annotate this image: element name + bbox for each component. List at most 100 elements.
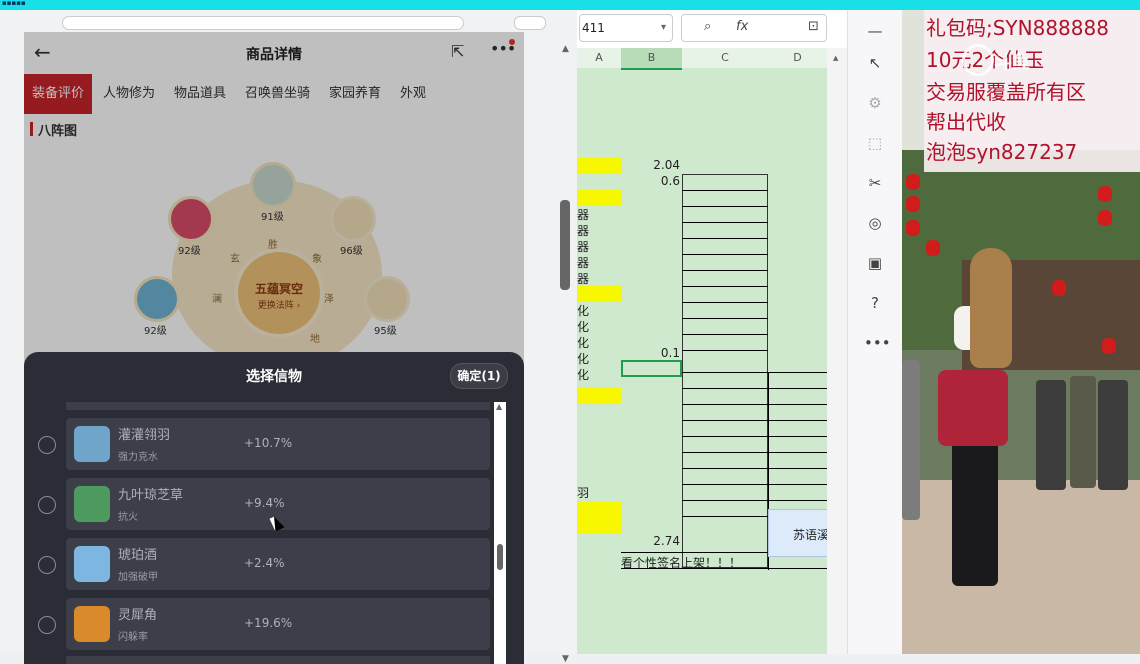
- help-icon[interactable]: ?: [864, 292, 886, 314]
- streamer-figure: [938, 370, 1008, 446]
- background-person: [902, 360, 920, 520]
- lantern-icon: [1098, 210, 1112, 226]
- highlighted-cell[interactable]: [577, 518, 621, 534]
- list-item-partial: [66, 656, 490, 664]
- grid-line: [682, 372, 827, 373]
- cell-text: 器: [577, 256, 590, 270]
- fx-label[interactable]: fx: [736, 19, 748, 34]
- grid-line: [682, 452, 827, 453]
- selected-cell[interactable]: [621, 360, 682, 377]
- highlighted-cell[interactable]: [577, 286, 621, 302]
- formula-toolbar: 411 ▾ ⌕ fx ⊡: [577, 10, 847, 48]
- cell-text: 化: [577, 352, 590, 366]
- note-cell[interactable]: 看个性签名上架！！！: [621, 554, 768, 570]
- scroll-up-icon[interactable]: ▲: [496, 402, 502, 411]
- promo-line: 交易服覆盖所有区: [926, 80, 1086, 104]
- confirm-button[interactable]: 确定(1): [450, 363, 508, 389]
- cell-value[interactable]: 0.6: [621, 174, 680, 188]
- streamer-figure: [970, 248, 1012, 368]
- column-header-d[interactable]: D: [768, 48, 827, 68]
- lantern-icon: [1098, 186, 1112, 202]
- list-item-partial: [66, 402, 490, 410]
- column-header-b[interactable]: B: [621, 48, 683, 68]
- promo-line: 泡泡syn827237: [926, 140, 1078, 164]
- item-value: +2.4%: [244, 556, 285, 570]
- bordered-range[interactable]: [682, 174, 768, 568]
- grid-line: [682, 270, 768, 271]
- modal-scrollbar[interactable]: [494, 402, 506, 664]
- select-radio[interactable]: [38, 436, 56, 454]
- lantern-icon: [906, 220, 920, 236]
- grid-line: [682, 420, 827, 421]
- feather-icon: [74, 426, 110, 462]
- cell-reference-box[interactable]: 411 ▾: [579, 14, 673, 42]
- browser-button[interactable]: [514, 16, 546, 30]
- background-ground: [902, 480, 1140, 654]
- cell-value[interactable]: 2.04: [621, 158, 680, 172]
- select-radio[interactable]: [38, 556, 56, 574]
- select-arrow-icon[interactable]: ↖: [864, 52, 886, 74]
- formula-expand-icon[interactable]: ⊡: [808, 19, 819, 34]
- chevron-down-icon[interactable]: ▾: [661, 15, 666, 41]
- highlighted-cell[interactable]: [577, 158, 621, 174]
- scroll-up-icon[interactable]: ▲: [833, 54, 838, 62]
- live-stream-video: 礼包码;SYN888888 10元2个仙玉 交易服覆盖所有区 帮出代收 泡泡sy…: [902, 10, 1140, 654]
- column-header-a[interactable]: A: [577, 48, 622, 68]
- grid-line: [682, 238, 768, 239]
- minimize-icon[interactable]: —: [864, 20, 886, 42]
- list-item[interactable]: 琥珀酒 加强破甲 +2.4%: [66, 538, 490, 590]
- list-item[interactable]: 灵犀角 闪躲率 +19.6%: [66, 598, 490, 650]
- select-radio[interactable]: [38, 616, 56, 634]
- adjust-icon[interactable]: ⚙: [864, 92, 886, 114]
- scroll-up-icon[interactable]: ▲: [562, 44, 569, 54]
- cell-text: 化: [577, 368, 590, 382]
- watermark: 斗鱼: [994, 52, 1030, 73]
- sheet-scrollbar[interactable]: ▲: [827, 48, 847, 654]
- item-value: +19.6%: [244, 616, 293, 630]
- item-effect: 抗火: [118, 512, 138, 523]
- zoom-icon[interactable]: ⌕: [704, 19, 711, 34]
- grid-line: [682, 334, 768, 335]
- promo-line: 礼包码;SYN888888: [926, 16, 1109, 40]
- cell-text: 器: [577, 208, 590, 222]
- more-icon[interactable]: •••: [864, 332, 891, 354]
- item-name: 九叶琼芝草: [118, 488, 184, 503]
- grid-line: [682, 318, 768, 319]
- lantern-icon: [1102, 338, 1116, 354]
- item-name: 琥珀酒: [118, 548, 158, 563]
- cell-text: 器: [577, 272, 590, 286]
- lantern-icon: [1052, 280, 1066, 296]
- scroll-down-icon[interactable]: ▼: [562, 654, 569, 664]
- grid-line: [682, 286, 768, 287]
- browser-url-bar[interactable]: [62, 16, 464, 30]
- grid-line: [682, 468, 827, 469]
- tools-icon[interactable]: ✂: [864, 172, 886, 194]
- grid-line: [682, 254, 768, 255]
- formula-bar[interactable]: ⌕ fx ⊡: [681, 14, 827, 42]
- modal-title: 选择信物: [246, 369, 302, 385]
- page-scroll-thumb[interactable]: [560, 200, 570, 290]
- item-name: 灵犀角: [118, 608, 158, 623]
- book-icon[interactable]: ▣: [864, 252, 886, 274]
- cell-value[interactable]: 0.1: [621, 346, 680, 360]
- highlighted-cell[interactable]: [577, 190, 621, 206]
- list-item[interactable]: 灌灌翎羽 强力克水 +10.7%: [66, 418, 490, 470]
- sticker-icon[interactable]: ◎: [864, 212, 886, 234]
- cell-text: 苏语溪: [793, 528, 827, 542]
- phone-mirror-area: ← 商品详情 ⇱ ••• 装备评价 人物修为 物品道具 召唤兽坐骑 家园养育 外…: [0, 10, 578, 664]
- item-value: +10.7%: [244, 436, 293, 450]
- cell-text: 器: [577, 224, 590, 238]
- sheet-grid[interactable]: A B C D 器 器 器 器 器 化 化 化 化 化 羽 2.04 0.6 0…: [577, 48, 827, 654]
- cell-value[interactable]: 2.74: [621, 534, 680, 548]
- highlighted-cell[interactable]: [577, 502, 621, 518]
- highlighted-cell-blue[interactable]: 苏语溪: [768, 509, 827, 557]
- highlighted-cell[interactable]: [577, 388, 621, 404]
- crop-icon[interactable]: ⬚: [864, 132, 886, 154]
- select-radio[interactable]: [38, 496, 56, 514]
- item-effect: 加强破甲: [118, 572, 158, 583]
- item-effect: 强力克水: [118, 452, 158, 463]
- background-person: [1098, 380, 1128, 490]
- modal-scroll-thumb[interactable]: [497, 544, 503, 570]
- column-header-c[interactable]: C: [682, 48, 769, 68]
- grid-line: [682, 484, 827, 485]
